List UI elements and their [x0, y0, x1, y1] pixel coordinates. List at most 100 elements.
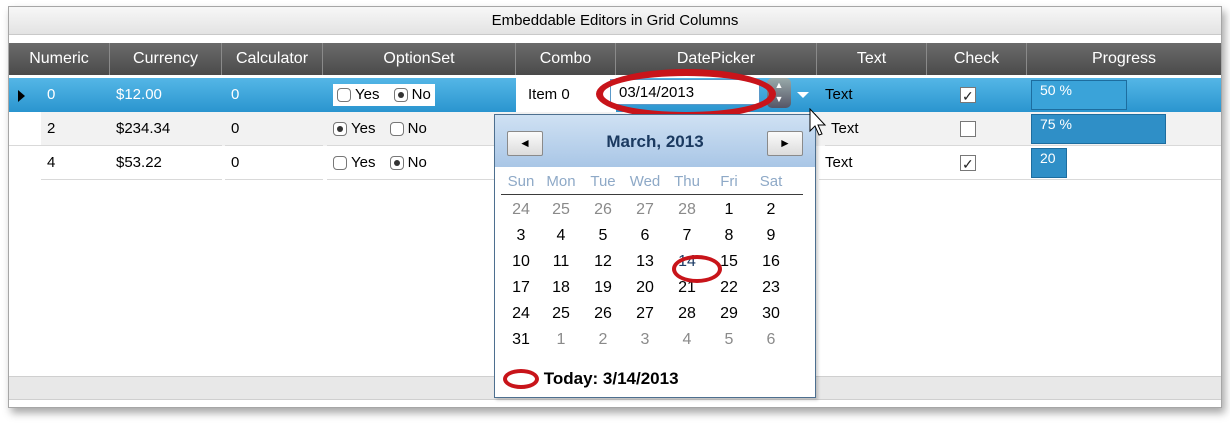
cell-numeric[interactable]: 4 [41, 146, 110, 180]
weekday-label: Sat [759, 173, 783, 190]
option-yes-label: Yes [351, 120, 376, 137]
calendar-day[interactable]: 16 [753, 251, 789, 273]
today-link[interactable]: Today: 3/14/2013 [503, 365, 679, 393]
annotation-oval [596, 69, 776, 119]
calendar-day[interactable]: 9 [753, 225, 789, 247]
calendar-day[interactable]: 2 [753, 199, 789, 221]
calendar-day[interactable]: 4 [543, 225, 579, 247]
col-header-calculator[interactable]: Calculator [222, 43, 323, 75]
progress-bar: 50 % [1031, 80, 1127, 110]
calendar-day[interactable]: 20 [627, 277, 663, 299]
cell-optionset[interactable]: Yes No [327, 78, 516, 112]
calendar-day[interactable]: 24 [503, 199, 539, 221]
calendar-day[interactable]: 3 [627, 329, 663, 351]
calendar-day[interactable]: 4 [669, 329, 705, 351]
calendar-day[interactable]: 22 [711, 277, 747, 299]
cell-currency[interactable]: $234.34 [110, 112, 222, 146]
current-row-arrow-icon [18, 90, 25, 102]
cell-calculator[interactable]: 0 [225, 112, 323, 146]
option-yes-radio[interactable] [337, 88, 351, 103]
col-header-combo[interactable]: Combo [516, 43, 616, 75]
weekday-label: Sun [507, 173, 535, 190]
calendar-day[interactable]: 7 [669, 225, 705, 247]
mouse-cursor-icon [809, 108, 827, 136]
calendar-day[interactable]: 23 [753, 277, 789, 299]
progress-label: 50 % [1040, 82, 1072, 98]
calendar-dropdown: ◄ March, 2013 ► Sun Mon Tue Wed Thu Fri … [494, 114, 816, 398]
calendar-day[interactable]: 8 [711, 225, 747, 247]
check-box[interactable] [960, 121, 976, 137]
cell-numeric[interactable]: 0 [41, 78, 110, 112]
calendar-day[interactable]: 6 [627, 225, 663, 247]
cell-check[interactable] [927, 112, 1027, 146]
progress-bar: 20 % [1031, 148, 1067, 200]
calendar-day[interactable]: 12 [585, 251, 621, 273]
progress-label: 75 % [1040, 116, 1072, 132]
row-indicator [9, 112, 41, 146]
calendar-day[interactable]: 5 [585, 225, 621, 247]
col-header-text[interactable]: Text [817, 43, 927, 75]
cell-currency[interactable]: $53.22 [110, 146, 222, 180]
calendar-day[interactable]: 6 [753, 329, 789, 351]
calendar-day[interactable]: 25 [543, 303, 579, 325]
calendar-day[interactable]: 18 [543, 277, 579, 299]
calendar-day[interactable]: 30 [753, 303, 789, 325]
calendar-day[interactable]: 17 [503, 277, 539, 299]
cell-text[interactable]: Text [819, 78, 927, 112]
option-no-label: No [407, 120, 427, 137]
cell-optionset[interactable]: Yes No [327, 146, 503, 180]
option-yes-radio[interactable] [333, 156, 347, 171]
calendar-day[interactable]: 1 [543, 329, 579, 351]
weekday-label: Mon [546, 173, 576, 190]
col-header-currency[interactable]: Currency [110, 43, 222, 75]
calendar-day[interactable]: 29 [711, 303, 747, 325]
cell-calculator[interactable]: 0 [225, 146, 323, 180]
calendar-day[interactable]: 25 [543, 199, 579, 221]
cell-numeric[interactable]: 2 [41, 112, 110, 146]
col-header-numeric[interactable]: Numeric [9, 43, 110, 75]
check-box[interactable] [960, 79, 976, 113]
today-label: Today: 3/14/2013 [543, 369, 679, 388]
cell-text[interactable]: Text [825, 112, 927, 146]
col-header-optionset[interactable]: OptionSet [323, 43, 516, 75]
col-header-progress[interactable]: Progress [1027, 43, 1221, 75]
today-circle-icon [503, 368, 539, 389]
cell-text[interactable]: Text [819, 146, 927, 180]
calendar-day[interactable]: 24 [503, 303, 539, 325]
cell-check[interactable] [927, 78, 1027, 113]
cell-check[interactable] [927, 146, 1027, 181]
calendar-day[interactable]: 27 [627, 199, 663, 221]
cell-optionset[interactable]: Yes No [327, 112, 503, 146]
option-yes-radio[interactable] [333, 122, 347, 137]
calendar-day[interactable]: 31 [503, 329, 539, 351]
cell-currency[interactable]: $12.00 [110, 78, 222, 112]
weekday-label: Fri [720, 173, 738, 190]
calendar-day[interactable]: 1 [711, 199, 747, 221]
dropdown-arrow-icon[interactable] [797, 92, 809, 98]
col-header-check[interactable]: Check [927, 43, 1027, 75]
progress-label: 20 % [1040, 150, 1056, 200]
calendar-day[interactable]: 2 [585, 329, 621, 351]
weekday-label: Tue [590, 173, 616, 190]
calendar-day[interactable]: 13 [627, 251, 663, 273]
calendar-day[interactable]: 10 [503, 251, 539, 273]
window-title: Embeddable Editors in Grid Columns [9, 7, 1221, 35]
calendar-day[interactable]: 28 [669, 199, 705, 221]
row-indicator [9, 78, 37, 112]
calendar-day[interactable]: 11 [543, 251, 579, 273]
option-no-radio[interactable] [389, 122, 404, 137]
check-box[interactable] [960, 147, 976, 181]
calendar-day[interactable]: 26 [585, 303, 621, 325]
option-no-radio[interactable] [389, 156, 404, 171]
calendar-day[interactable]: 3 [503, 225, 539, 247]
calendar-day[interactable]: 28 [669, 303, 705, 325]
grid-header: Numeric Currency Calculator OptionSet Co… [9, 43, 1221, 75]
calendar-day[interactable]: 27 [627, 303, 663, 325]
calendar-day[interactable]: 26 [585, 199, 621, 221]
calendar-day[interactable]: 19 [585, 277, 621, 299]
option-yes-label: Yes [351, 154, 376, 171]
cell-calculator[interactable]: 0 [225, 78, 323, 112]
calendar-day[interactable]: 5 [711, 329, 747, 351]
option-no-radio[interactable] [393, 88, 408, 103]
next-month-button[interactable]: ► [767, 131, 803, 156]
